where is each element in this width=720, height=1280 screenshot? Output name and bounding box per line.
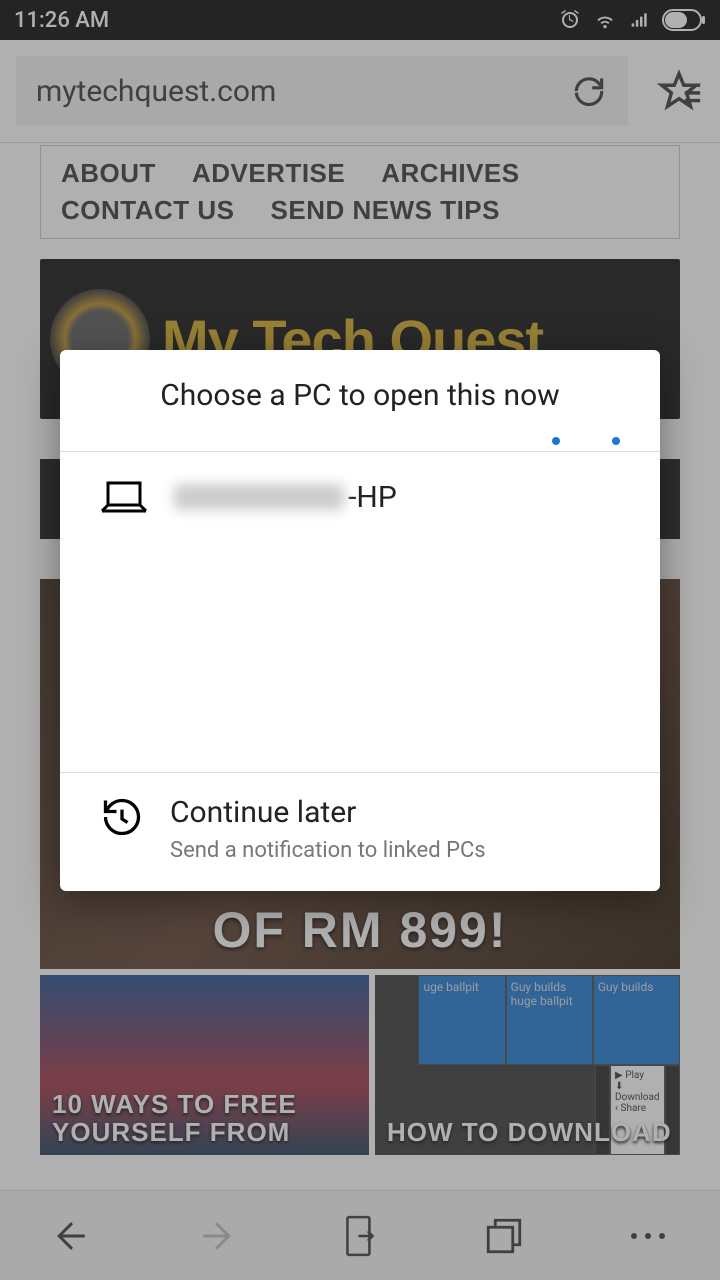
continue-later-subtitle: Send a notification to linked PCs bbox=[170, 838, 486, 863]
choose-pc-modal: Choose a PC to open this now hidden -HP … bbox=[60, 350, 660, 891]
loading-indicator bbox=[60, 437, 660, 447]
modal-title: Choose a PC to open this now bbox=[60, 350, 660, 437]
pc-list-spacer bbox=[60, 542, 660, 772]
pc-name: hidden -HP bbox=[174, 480, 397, 515]
continue-later-title: Continue later bbox=[170, 795, 486, 830]
pc-list-item[interactable]: hidden -HP bbox=[60, 452, 660, 542]
pc-name-redacted: hidden bbox=[174, 484, 344, 510]
laptop-icon bbox=[100, 479, 148, 515]
history-icon bbox=[100, 795, 144, 839]
pc-name-suffix: -HP bbox=[348, 480, 397, 515]
continue-later-item[interactable]: Continue later Send a notification to li… bbox=[60, 773, 660, 891]
